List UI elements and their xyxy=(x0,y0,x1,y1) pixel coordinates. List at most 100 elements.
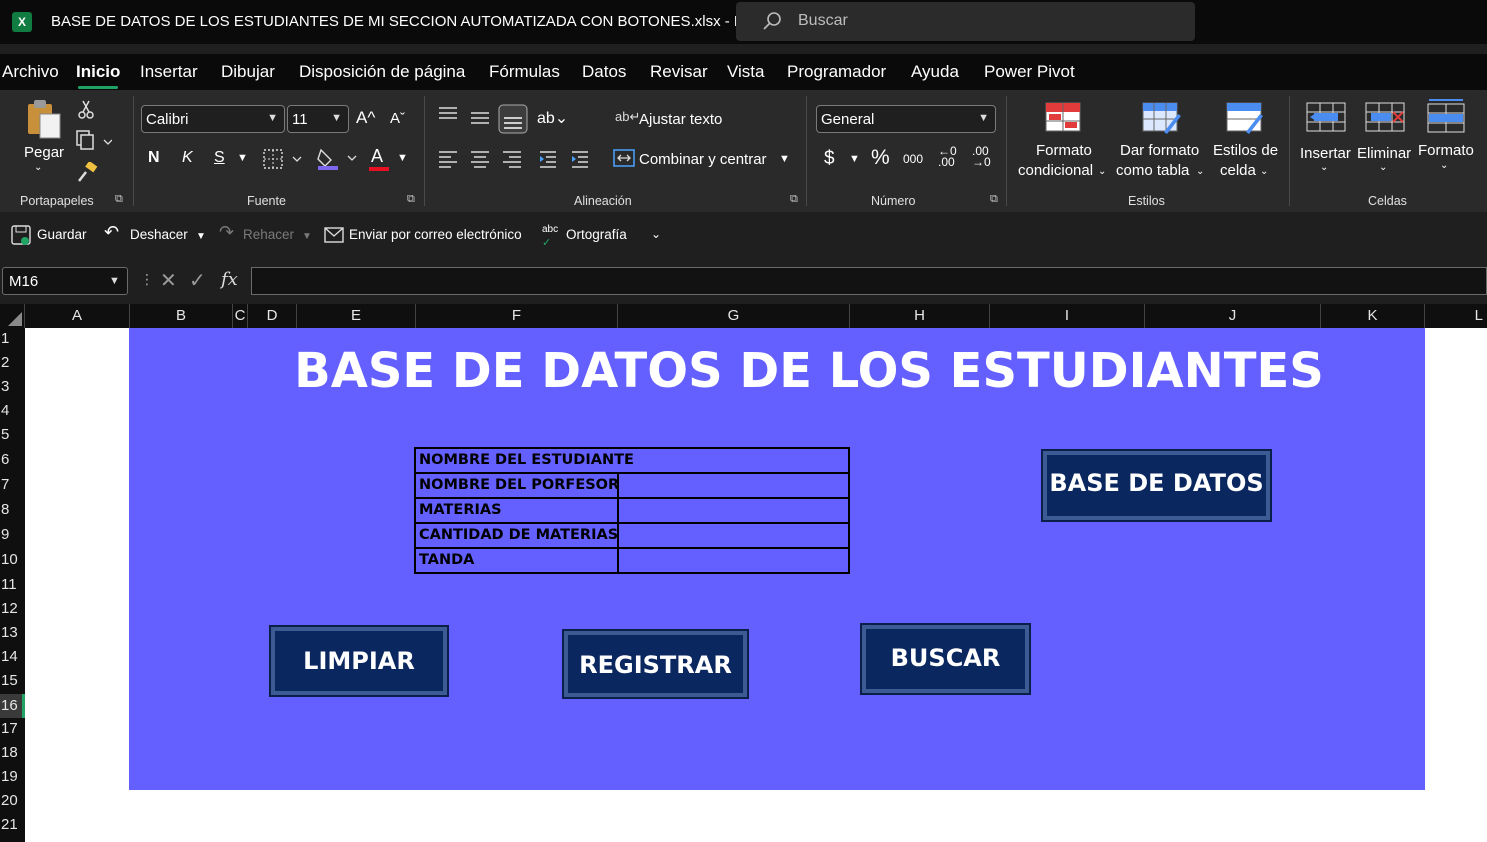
percent-button[interactable]: % xyxy=(871,146,890,170)
paste-chevron-icon[interactable]: ⌄ xyxy=(34,162,42,173)
search-button[interactable]: BUSCAR xyxy=(860,623,1031,695)
chevron-down-icon[interactable]: ▼ xyxy=(196,231,206,242)
menu-formulas[interactable]: Fórmulas xyxy=(489,62,560,82)
row-header[interactable]: 13 xyxy=(0,624,26,641)
decrease-decimal-icon[interactable]: .00 →0 xyxy=(972,145,991,168)
cell-styles-label-1[interactable]: Estilos de xyxy=(1213,142,1278,159)
row-header[interactable]: 4 xyxy=(0,402,26,419)
form-label-teacher-name[interactable]: NOMBRE DEL PORFESOR xyxy=(414,472,619,499)
row-header[interactable]: 15 xyxy=(0,672,26,689)
paste-icon[interactable] xyxy=(24,98,64,140)
dialog-launcher-icon[interactable]: ⧉ xyxy=(990,193,998,206)
chevron-down-icon[interactable]: ⌄ xyxy=(1098,166,1106,177)
form-label-student-name[interactable]: NOMBRE DEL ESTUDIANTE xyxy=(414,447,850,474)
row-header[interactable]: 9 xyxy=(0,526,26,543)
paste-label[interactable]: Pegar xyxy=(24,144,64,161)
italic-button[interactable]: K xyxy=(182,149,193,167)
database-button[interactable]: BASE DE DATOS xyxy=(1041,449,1272,522)
chevron-down-icon[interactable]: ⌄ xyxy=(1379,162,1387,173)
format-cells-icon[interactable] xyxy=(1427,98,1467,134)
font-color-icon[interactable]: A xyxy=(371,146,383,167)
row-header[interactable]: 19 xyxy=(0,768,26,785)
form-input-subjects[interactable] xyxy=(617,497,850,524)
menu-vista[interactable]: Vista xyxy=(727,62,765,82)
column-header-j[interactable]: J xyxy=(1145,304,1321,328)
cell-styles-icon[interactable] xyxy=(1226,102,1266,136)
format-table-label-2[interactable]: como tabla xyxy=(1116,162,1189,179)
chevron-down-icon[interactable]: ⌄ xyxy=(1260,166,1268,177)
borders-icon[interactable] xyxy=(262,148,304,170)
form-input-shift[interactable] xyxy=(617,547,850,574)
undo-button[interactable]: Deshacer xyxy=(130,227,188,242)
email-button[interactable]: Enviar por correo electrónico xyxy=(349,227,522,242)
menu-disposicion[interactable]: Disposición de página xyxy=(299,62,465,82)
grow-font-icon[interactable]: A^ xyxy=(356,108,375,128)
conditional-format-label-2[interactable]: condicional xyxy=(1018,162,1093,179)
merge-center-icon[interactable] xyxy=(613,148,635,168)
shrink-font-icon[interactable]: Aˇ xyxy=(390,110,405,127)
vertical-align-icons[interactable] xyxy=(436,104,532,134)
chevron-down-icon[interactable]: ⌄ xyxy=(1440,160,1448,171)
form-input-subject-count[interactable] xyxy=(617,522,850,549)
chevron-down-icon[interactable]: ⌄ xyxy=(1320,162,1328,173)
merge-center-button[interactable]: Combinar y centrar xyxy=(639,151,767,168)
form-input-teacher-name[interactable] xyxy=(617,472,850,499)
format-table-label-1[interactable]: Dar formato xyxy=(1120,142,1199,159)
cell-styles-label-2[interactable]: celda xyxy=(1220,162,1256,179)
row-header[interactable]: 21 xyxy=(0,816,26,833)
insert-function-icon[interactable]: fx xyxy=(221,269,238,290)
chevron-down-icon[interactable]: ⌄ xyxy=(1196,166,1204,177)
clear-button[interactable]: LIMPIAR xyxy=(269,625,449,697)
conditional-format-label-1[interactable]: Formato xyxy=(1036,142,1092,159)
form-label-subjects[interactable]: MATERIAS xyxy=(414,497,619,524)
fill-color-icon[interactable] xyxy=(316,146,360,172)
chevron-down-icon[interactable]: ▼ xyxy=(849,153,860,165)
currency-button[interactable]: $ xyxy=(824,148,835,170)
row-header[interactable]: 2 xyxy=(0,354,26,371)
column-header-c[interactable]: C xyxy=(233,304,248,328)
column-header-b[interactable]: B xyxy=(130,304,233,328)
wrap-text-icon[interactable]: ab↵ xyxy=(615,109,640,125)
font-size-dropdown[interactable]: 11 ▼ xyxy=(287,105,349,133)
copy-icon[interactable] xyxy=(76,130,112,152)
row-header[interactable]: 5 xyxy=(0,426,26,443)
increase-decimal-icon[interactable]: ←0.00 xyxy=(938,145,957,168)
column-header-e[interactable]: E xyxy=(297,304,416,328)
row-header[interactable]: 17 xyxy=(0,720,26,737)
format-painter-icon[interactable] xyxy=(76,162,98,182)
thousands-button[interactable]: 000 xyxy=(903,152,923,166)
orientation-icon[interactable]: ab⌄ xyxy=(537,108,568,128)
chevron-down-icon[interactable]: ▼ xyxy=(397,152,408,164)
menu-datos[interactable]: Datos xyxy=(582,62,626,82)
cancel-icon[interactable]: ✕ xyxy=(160,268,177,293)
dialog-launcher-icon[interactable]: ⧉ xyxy=(115,193,123,206)
enter-icon[interactable]: ✓ xyxy=(189,268,206,293)
row-header[interactable]: 18 xyxy=(0,744,26,761)
undo-icon[interactable]: ↶ xyxy=(104,222,119,243)
menu-programador[interactable]: Programador xyxy=(787,62,886,82)
select-all-corner[interactable] xyxy=(0,304,25,328)
column-header-i[interactable]: I xyxy=(990,304,1145,328)
spelling-icon[interactable]: abc xyxy=(542,224,558,235)
save-icon[interactable] xyxy=(11,225,31,247)
column-header-d[interactable]: D xyxy=(248,304,297,328)
insert-cells-label[interactable]: Insertar xyxy=(1300,145,1351,162)
row-header[interactable]: 1 xyxy=(0,330,26,347)
font-name-dropdown[interactable]: Calibri ▼ xyxy=(141,105,285,133)
row-header[interactable]: 20 xyxy=(0,792,26,809)
menu-ayuda[interactable]: Ayuda xyxy=(911,62,959,82)
underline-button[interactable]: S xyxy=(214,149,225,167)
customize-qat-icon[interactable]: ⌄ xyxy=(651,227,661,241)
insert-cells-icon[interactable] xyxy=(1306,102,1346,134)
column-header-h[interactable]: H xyxy=(850,304,990,328)
cut-icon[interactable] xyxy=(77,100,95,120)
row-header[interactable]: 10 xyxy=(0,551,26,568)
save-button[interactable]: Guardar xyxy=(37,227,87,242)
chevron-down-icon[interactable]: ▼ xyxy=(237,152,248,164)
formula-input[interactable] xyxy=(251,267,1487,295)
row-header[interactable]: 3 xyxy=(0,378,26,395)
menu-insertar[interactable]: Insertar xyxy=(140,62,198,82)
row-header[interactable]: 6 xyxy=(0,451,26,468)
menu-revisar[interactable]: Revisar xyxy=(650,62,708,82)
conditional-format-icon[interactable] xyxy=(1045,102,1083,134)
